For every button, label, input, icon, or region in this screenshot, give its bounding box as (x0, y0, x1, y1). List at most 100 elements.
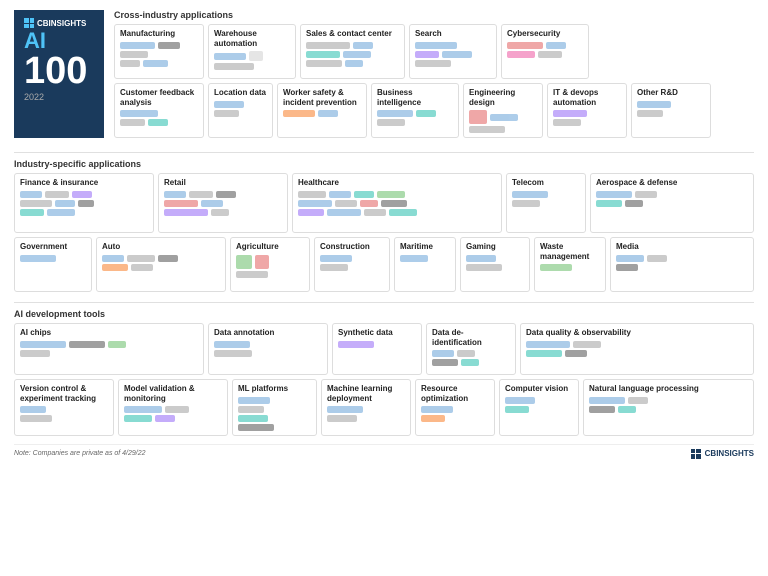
card-auto: Auto (96, 237, 226, 292)
card-ml-deployment-title: Machine learning deployment (327, 384, 405, 403)
card-aerospace-logos (596, 191, 748, 207)
card-healthcare-title: Healthcare (298, 178, 496, 188)
card-synthetic-data: Synthetic data (332, 323, 422, 375)
card-maritime-logos (400, 255, 450, 262)
card-maritime-title: Maritime (400, 242, 450, 252)
cross-industry-section: Cross-industry applications Manufacturin… (114, 10, 754, 138)
card-worker-safety: Worker safety & incident prevention (277, 83, 367, 138)
card-nlp-title: Natural language processing (589, 384, 748, 394)
card-gaming: Gaming (460, 237, 530, 292)
card-data-quality-logos (526, 341, 748, 357)
card-agriculture: Agriculture (230, 237, 310, 292)
card-deident-logos (432, 350, 510, 366)
card-cybersecurity-title: Cybersecurity (507, 29, 583, 39)
card-worker-logos (283, 110, 361, 117)
card-model-title: Model validation & monitoring (124, 384, 222, 403)
footer-brand-name: CBINSIGHTS (705, 449, 754, 458)
card-resource-optimization: Resource optimization (415, 379, 495, 436)
card-finance-title: Finance & insurance (20, 178, 148, 188)
card-sales-logos (306, 42, 399, 67)
card-resource-title: Resource optimization (421, 384, 489, 403)
card-ml-deployment-logos (327, 406, 405, 422)
divider-1 (14, 152, 754, 153)
card-location-data: Location data (208, 83, 273, 138)
card-business-title: Business intelligence (377, 88, 453, 107)
card-version-logos (20, 406, 108, 422)
cross-industry-row1: Manufacturing (114, 24, 754, 79)
card-gaming-title: Gaming (466, 242, 524, 252)
card-engineering-design: Engineering design (463, 83, 543, 138)
card-worker-title: Worker safety & incident prevention (283, 88, 361, 107)
card-nlp-logos (589, 397, 748, 413)
card-gaming-logos (466, 255, 524, 271)
card-data-annotation-title: Data annotation (214, 328, 322, 338)
card-telecom-title: Telecom (512, 178, 580, 188)
card-media: Media (610, 237, 754, 292)
ai-dev-row2: Version control & experiment tracking Mo… (14, 379, 754, 436)
card-ai-chips-title: AI chips (20, 328, 198, 338)
card-location-logos (214, 101, 267, 117)
card-ai-chips: AI chips (14, 323, 204, 375)
card-cybersecurity-logos (507, 42, 583, 58)
card-other-logos (637, 101, 705, 117)
card-healthcare: Healthcare (292, 173, 502, 233)
card-data-annotation: Data annotation (208, 323, 328, 375)
card-ml-platforms: ML platforms (232, 379, 317, 436)
card-retail-title: Retail (164, 178, 282, 188)
card-engineering-logos (469, 110, 537, 133)
card-synthetic-title: Synthetic data (338, 328, 416, 338)
card-maritime: Maritime (394, 237, 456, 292)
card-government: Government (14, 237, 92, 292)
card-government-logos (20, 255, 86, 262)
card-synthetic-logos (338, 341, 416, 348)
card-construction: Construction (314, 237, 390, 292)
card-manufacturing: Manufacturing (114, 24, 204, 79)
card-location-title: Location data (214, 88, 267, 98)
card-retail: Retail (158, 173, 288, 233)
card-it-title: IT & devops automation (553, 88, 621, 107)
card-data-annotation-logos (214, 341, 322, 357)
card-finance-logos (20, 191, 148, 216)
cross-industry-row2: Customer feedback analysis Location data (114, 83, 754, 138)
card-aerospace: Aerospace & defense (590, 173, 754, 233)
grid-icon (24, 18, 34, 28)
card-search-logos (415, 42, 491, 67)
ai-dev-title: AI development tools (14, 309, 754, 319)
card-data-deident: Data de-identification (426, 323, 516, 375)
card-search: Search (409, 24, 497, 79)
logo-box: CBINSIGHTS AI 100 2022 (14, 10, 104, 138)
page: CBINSIGHTS AI 100 2022 Cross-industry ap… (0, 0, 768, 465)
card-ml-platforms-logos (238, 397, 311, 431)
card-model-validation: Model validation & monitoring (118, 379, 228, 436)
footer: Note: Companies are private as of 4/29/2… (14, 444, 754, 459)
card-auto-title: Auto (102, 242, 220, 252)
card-data-quality: Data quality & observability (520, 323, 754, 375)
card-agriculture-title: Agriculture (236, 242, 304, 252)
card-cybersecurity: Cybersecurity (501, 24, 589, 79)
card-customer-logos (120, 110, 198, 126)
year-label: 2022 (24, 92, 44, 102)
card-business-logos (377, 110, 453, 126)
ai-dev-tools-section: AI development tools AI chips (14, 309, 754, 440)
card-finance: Finance & insurance (14, 173, 154, 233)
card-auto-logos (102, 255, 220, 271)
card-media-title: Media (616, 242, 748, 252)
card-search-title: Search (415, 29, 491, 39)
industry-row2: Government Auto (14, 237, 754, 292)
card-engineering-title: Engineering design (469, 88, 537, 107)
industry-row1: Finance & insurance (14, 173, 754, 233)
cross-industry-title: Cross-industry applications (114, 10, 754, 20)
card-warehouse-title: Warehouse automation (214, 29, 290, 48)
card-version-control: Version control & experiment tracking (14, 379, 114, 436)
card-model-logos (124, 406, 222, 422)
ai-label: AI (24, 30, 46, 52)
card-other-rd: Other R&D (631, 83, 711, 138)
card-nlp: Natural language processing (583, 379, 754, 436)
card-sales-title: Sales & contact center (306, 29, 399, 39)
card-construction-title: Construction (320, 242, 384, 252)
card-sales-contact: Sales & contact center (300, 24, 405, 79)
brand-logo: CBINSIGHTS (24, 18, 86, 28)
card-agriculture-logos (236, 255, 304, 278)
card-manufacturing-title: Manufacturing (120, 29, 198, 39)
card-resource-logos (421, 406, 489, 422)
